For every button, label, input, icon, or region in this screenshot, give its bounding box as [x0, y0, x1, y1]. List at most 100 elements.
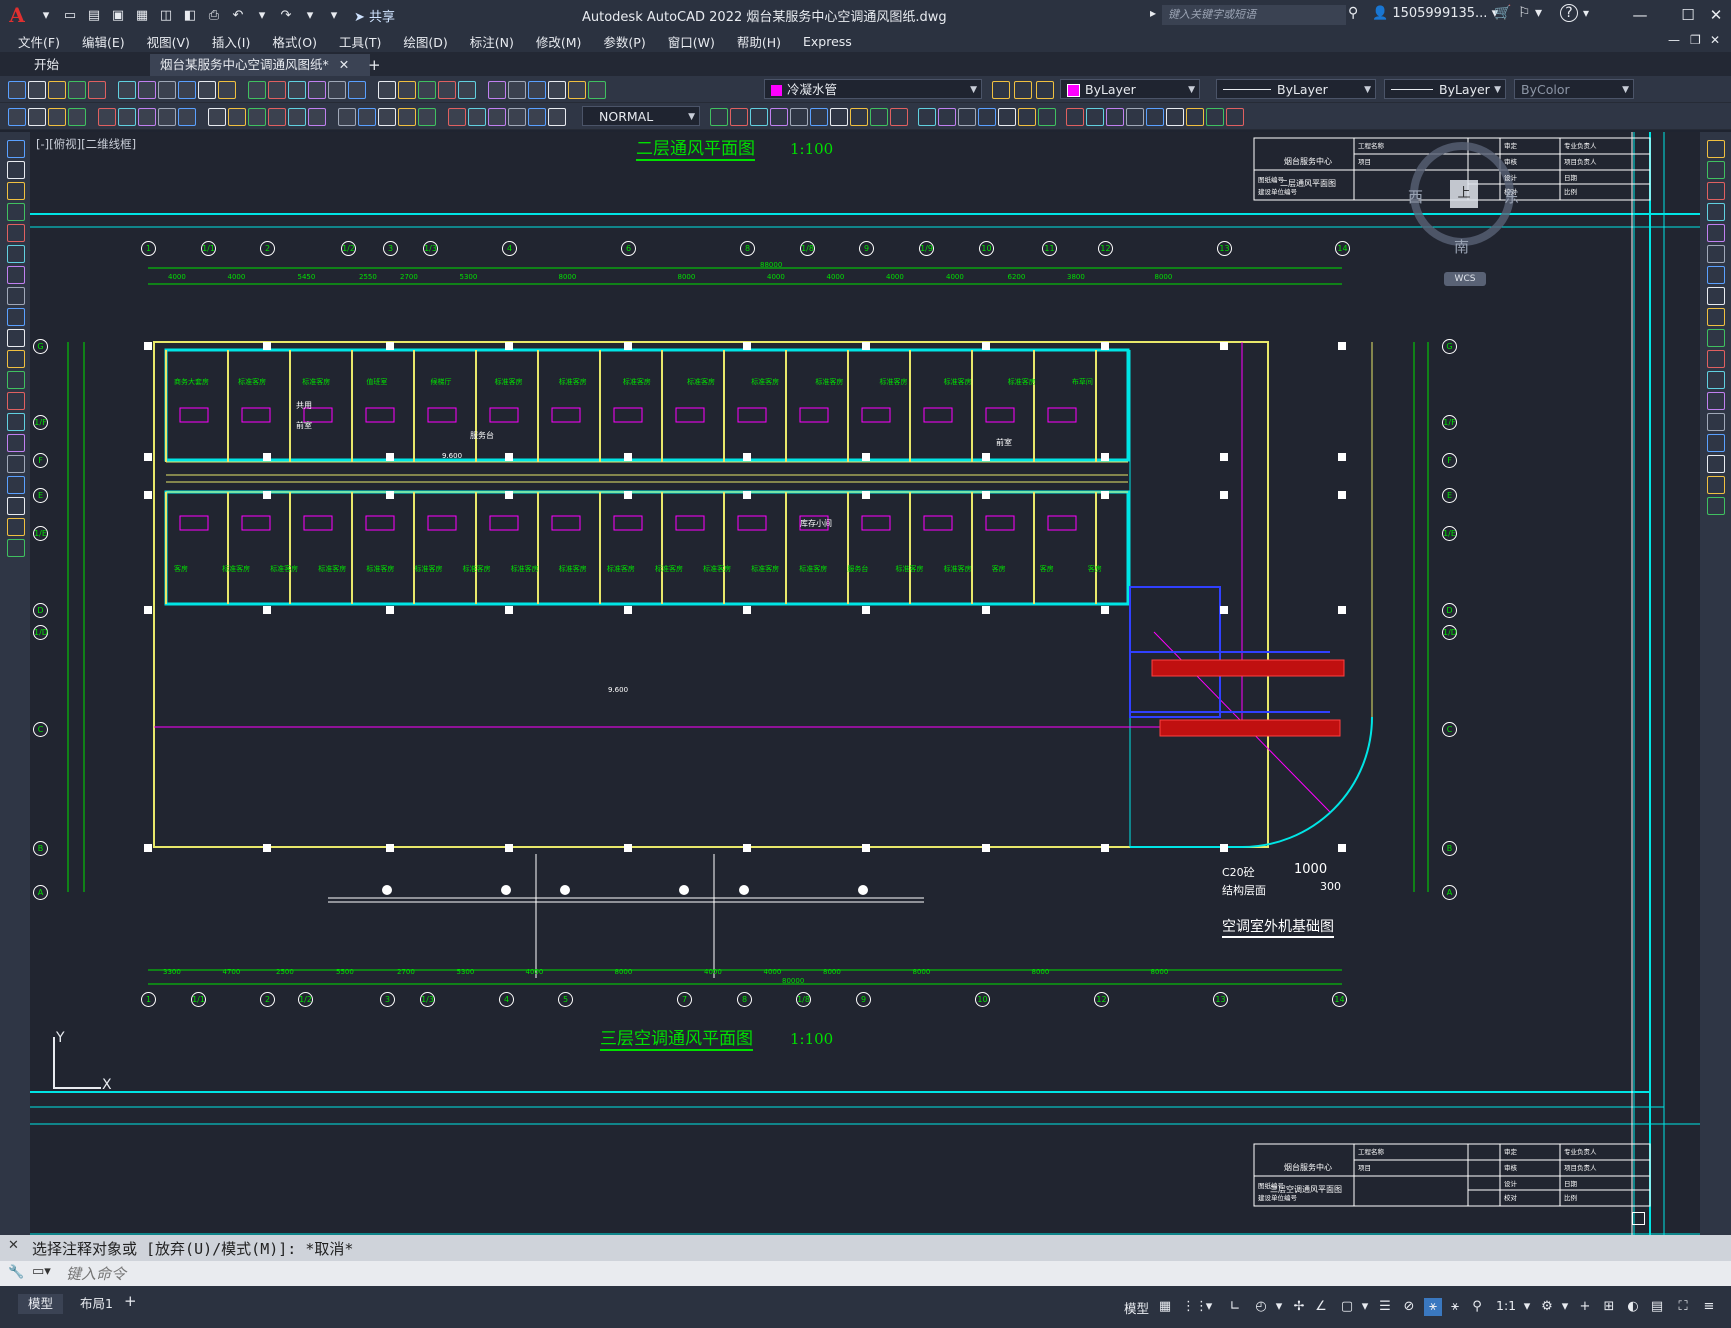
- left-draw-tool-9[interactable]: [7, 329, 25, 347]
- command-input[interactable]: [64, 1263, 1728, 1285]
- left-draw-tool-1[interactable]: [7, 161, 25, 179]
- workspace-gear-icon[interactable]: ⚙: [1538, 1298, 1556, 1316]
- standard-tool-15[interactable]: [328, 81, 346, 99]
- snap-icon[interactable]: ⋮⋮: [1182, 1298, 1208, 1316]
- draw-tool-13[interactable]: [288, 108, 306, 126]
- left-draw-tool-16[interactable]: [7, 476, 25, 494]
- draw-tool-24[interactable]: [528, 108, 546, 126]
- workspace-dropdown-icon[interactable]: ▾: [1556, 1298, 1574, 1316]
- layout-tab-model[interactable]: 模型: [18, 1294, 64, 1314]
- help-dropdown-icon[interactable]: ▾: [1583, 6, 1589, 20]
- viewcube-top-face[interactable]: 上: [1450, 180, 1478, 208]
- draw-tool-22[interactable]: [488, 108, 506, 126]
- standard-tool-25[interactable]: [548, 81, 566, 99]
- right-modify-tool-0[interactable]: [1707, 140, 1725, 158]
- clean-screen-icon[interactable]: ⛶: [1674, 1298, 1692, 1316]
- redo-dropdown-icon[interactable]: ▾: [301, 6, 319, 24]
- right-modify-tool-4[interactable]: [1707, 224, 1725, 242]
- autocad-logo-icon[interactable]: A: [0, 0, 34, 30]
- menu-help[interactable]: 帮助(H): [726, 32, 792, 51]
- layer-tool-1[interactable]: [1014, 81, 1032, 99]
- draw-tool-19[interactable]: [418, 108, 436, 126]
- redo-icon[interactable]: ↷: [277, 6, 295, 24]
- layout-tab-layout1[interactable]: 布局1: [72, 1294, 121, 1314]
- layer-tool-2[interactable]: [1036, 81, 1054, 99]
- menu-view[interactable]: 视图(V): [136, 32, 201, 51]
- draw-tool-17[interactable]: [378, 108, 396, 126]
- tab-close-icon[interactable]: ✕: [339, 57, 349, 72]
- left-draw-tool-17[interactable]: [7, 497, 25, 515]
- menu-file[interactable]: 文件(F): [7, 32, 71, 51]
- modify-tool-3[interactable]: [770, 108, 788, 126]
- draw-tool-2[interactable]: [48, 108, 66, 126]
- left-draw-tool-15[interactable]: [7, 455, 25, 473]
- standard-tool-24[interactable]: [528, 81, 546, 99]
- standard-tool-10[interactable]: [218, 81, 236, 99]
- menu-parametric[interactable]: 参数(P): [592, 32, 656, 51]
- modify-tool-7[interactable]: [850, 108, 868, 126]
- draw-tool-11[interactable]: [248, 108, 266, 126]
- right-modify-tool-2[interactable]: [1707, 182, 1725, 200]
- otrack-icon[interactable]: ∠: [1312, 1298, 1330, 1316]
- modify-tool-9[interactable]: [890, 108, 908, 126]
- model-space-button[interactable]: 模型: [1124, 1298, 1149, 1317]
- draw-tool-1[interactable]: [28, 108, 46, 126]
- modify-tool-18[interactable]: [1086, 108, 1104, 126]
- draw-tool-23[interactable]: [508, 108, 526, 126]
- left-draw-tool-2[interactable]: [7, 182, 25, 200]
- right-modify-tool-12[interactable]: [1707, 392, 1725, 410]
- standard-tool-8[interactable]: [178, 81, 196, 99]
- recent-commands-icon[interactable]: ▭▾: [32, 1264, 51, 1279]
- left-draw-tool-13[interactable]: [7, 413, 25, 431]
- undo-icon[interactable]: ↶: [229, 6, 247, 24]
- draw-tool-14[interactable]: [308, 108, 326, 126]
- modify-tool-11[interactable]: [938, 108, 956, 126]
- modify-tool-4[interactable]: [790, 108, 808, 126]
- search-input[interactable]: 键入关键字或短语: [1162, 5, 1346, 25]
- viewcube-west[interactable]: 西: [1408, 186, 1423, 207]
- customization-icon[interactable]: ≡: [1700, 1298, 1718, 1316]
- viewcube-south[interactable]: 南: [1454, 236, 1469, 257]
- annotation-scale-icon[interactable]: ⚲: [1468, 1298, 1486, 1316]
- right-modify-tool-1[interactable]: [1707, 161, 1725, 179]
- modify-tool-19[interactable]: [1106, 108, 1124, 126]
- modify-tool-5[interactable]: [810, 108, 828, 126]
- left-draw-tool-11[interactable]: [7, 371, 25, 389]
- ortho-icon[interactable]: ∟: [1226, 1298, 1244, 1316]
- modify-tool-23[interactable]: [1186, 108, 1204, 126]
- save-icon[interactable]: ▣: [109, 6, 127, 24]
- draw-tool-16[interactable]: [358, 108, 376, 126]
- standard-tool-26[interactable]: [568, 81, 586, 99]
- wcs-menu[interactable]: WCS: [1444, 272, 1486, 286]
- standard-tool-19[interactable]: [418, 81, 436, 99]
- modify-tool-1[interactable]: [730, 108, 748, 126]
- modify-tool-12[interactable]: [958, 108, 976, 126]
- plot-icon[interactable]: ⎙: [205, 6, 223, 24]
- draw-tool-3[interactable]: [68, 108, 86, 126]
- modify-tool-17[interactable]: [1066, 108, 1084, 126]
- modify-tool-2[interactable]: [750, 108, 768, 126]
- grid-icon[interactable]: ▦: [1156, 1298, 1174, 1316]
- draw-tool-9[interactable]: [208, 108, 226, 126]
- search-expand-icon[interactable]: ▸: [1150, 6, 1156, 20]
- hardware-acceleration-icon[interactable]: ▤: [1648, 1298, 1666, 1316]
- lineweight-icon[interactable]: ☰: [1376, 1298, 1394, 1316]
- linetype-dropdown[interactable]: ByLayer ▼: [1216, 79, 1376, 99]
- modify-tool-13[interactable]: [978, 108, 996, 126]
- standard-tool-16[interactable]: [348, 81, 366, 99]
- left-draw-tool-5[interactable]: [7, 245, 25, 263]
- standard-tool-0[interactable]: [8, 81, 26, 99]
- standard-tool-17[interactable]: [378, 81, 396, 99]
- standard-tool-12[interactable]: [268, 81, 286, 99]
- minimize-button[interactable]: —: [1628, 4, 1652, 26]
- cart-icon[interactable]: 🛒: [1494, 5, 1511, 21]
- draw-tool-21[interactable]: [468, 108, 486, 126]
- standard-tool-1[interactable]: [28, 81, 46, 99]
- osnap-icon[interactable]: ▢: [1338, 1298, 1356, 1316]
- standard-tool-22[interactable]: [488, 81, 506, 99]
- user-account[interactable]: 👤 1505999135... ▾: [1372, 6, 1498, 21]
- standard-tool-23[interactable]: [508, 81, 526, 99]
- draw-tool-0[interactable]: [8, 108, 26, 126]
- new-tab-button[interactable]: +: [358, 54, 391, 76]
- standard-tool-5[interactable]: [118, 81, 136, 99]
